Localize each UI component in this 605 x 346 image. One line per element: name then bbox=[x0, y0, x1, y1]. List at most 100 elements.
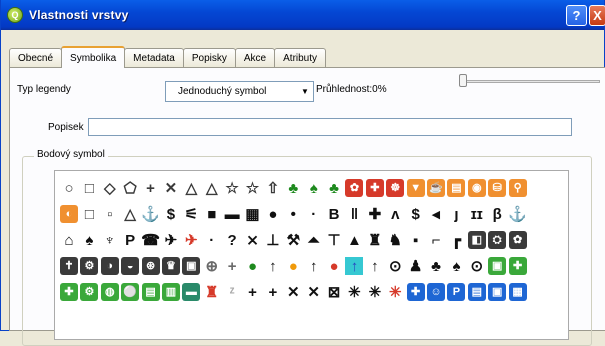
dark-b-icon[interactable]: ⛭ bbox=[488, 231, 507, 249]
plus-b-icon[interactable]: + bbox=[264, 283, 282, 301]
arrow-black-2-icon[interactable]: ↑ bbox=[305, 257, 323, 275]
shop-icon[interactable]: β bbox=[488, 205, 506, 223]
x-cross-icon[interactable]: ✕ bbox=[162, 179, 180, 197]
tab-akce[interactable]: Akce bbox=[234, 48, 276, 67]
restaurant-icon[interactable]: ɪɪ bbox=[468, 205, 486, 223]
green-b-icon[interactable]: ✚ bbox=[508, 257, 527, 275]
green-g-icon[interactable]: ▤ bbox=[141, 283, 160, 301]
arrow-black-3-icon[interactable]: ↑ bbox=[366, 257, 384, 275]
first-aid-icon[interactable]: ✚ bbox=[366, 205, 384, 223]
star-outline-icon[interactable]: ☆ bbox=[223, 179, 241, 197]
asterisk-b-icon[interactable]: ✳ bbox=[366, 283, 384, 301]
bar-icon[interactable]: B bbox=[325, 205, 343, 223]
dot-small-icon[interactable]: • bbox=[284, 205, 302, 223]
symbol-red-icon[interactable]: ☸ bbox=[386, 179, 405, 197]
green-d-icon[interactable]: ⚙ bbox=[80, 283, 99, 301]
orange-f-icon[interactable]: ⚲ bbox=[508, 179, 527, 197]
tab-obecne[interactable]: Obecné bbox=[9, 48, 63, 67]
arrow-up-icon[interactable]: ⇧ bbox=[264, 179, 282, 197]
flower-red-icon[interactable]: ✿ bbox=[345, 179, 364, 197]
blue-d-icon[interactable]: ▣ bbox=[488, 283, 507, 301]
close-button[interactable]: X bbox=[589, 5, 605, 26]
dark-g-icon[interactable]: ♛ bbox=[161, 257, 180, 275]
orange-b-icon[interactable]: ☕ bbox=[427, 179, 446, 197]
blue-b-icon[interactable]: ☺ bbox=[427, 283, 446, 301]
dark-d-icon[interactable]: ◑ bbox=[100, 257, 119, 275]
transparency-slider-handle[interactable] bbox=[459, 74, 467, 87]
green-h-icon[interactable]: ▥ bbox=[161, 283, 180, 301]
dark-c-icon[interactable]: ✿ bbox=[508, 231, 527, 249]
symbol-grid[interactable]: ○ □ ◇ ⬠ + ✕ △ △ ☆ ☆ ⇧ ♣ ♠ ♣ ✿ ✚ ☸ ▼ ☕ ▤ ◉ ⛁ ⚲ ◐ □ ▫ △ ⚓ $ ⚟ ■ ▬ ▦ ● • · B ‖ ✚ ᴧ… bbox=[54, 170, 569, 340]
camera-icon[interactable]: ■ bbox=[203, 205, 221, 223]
tab-atributy[interactable]: Atributy bbox=[274, 48, 327, 67]
arrow-blue-selected-icon[interactable]: ↑ bbox=[345, 257, 364, 275]
orange-e-icon[interactable]: ⛁ bbox=[488, 179, 507, 197]
dot-tiny-icon[interactable]: · bbox=[305, 205, 323, 223]
tab-symbolika[interactable]: Symbolika bbox=[61, 46, 126, 68]
tree-black-icon[interactable]: ♠ bbox=[80, 231, 98, 249]
hospital-red-icon[interactable]: ✚ bbox=[365, 179, 384, 197]
dark-e-icon[interactable]: ◒ bbox=[121, 257, 140, 275]
pawn-icon[interactable]: ♟ bbox=[407, 257, 425, 275]
airport-icon[interactable]: ✈ bbox=[162, 231, 180, 249]
marker-icon[interactable]: ⌐ bbox=[427, 231, 445, 249]
square-outline-icon[interactable]: □ bbox=[80, 179, 98, 197]
square-tiny-icon[interactable]: ▫ bbox=[101, 205, 119, 223]
mine-icon[interactable]: ⊥ bbox=[264, 231, 282, 249]
orange-g-icon[interactable]: ◐ bbox=[60, 205, 78, 223]
blue-a-icon[interactable]: ✚ bbox=[406, 283, 425, 301]
angle-icon[interactable]: ┏ bbox=[447, 231, 465, 249]
church-icon[interactable]: ✝ bbox=[60, 257, 78, 275]
triangle-outline-icon[interactable]: △ bbox=[182, 179, 200, 197]
information-icon[interactable]: ? bbox=[223, 231, 241, 249]
club-icon[interactable]: ♣ bbox=[427, 257, 445, 275]
fish-icon[interactable]: ◂ bbox=[427, 205, 445, 223]
skier-icon[interactable]: ᴧ bbox=[386, 205, 404, 223]
golf-icon[interactable]: ȷ bbox=[447, 205, 465, 223]
dark-f-icon[interactable]: ⊛ bbox=[141, 257, 160, 275]
dot-large-icon[interactable]: ● bbox=[264, 205, 282, 223]
tab-popisky[interactable]: Popisky bbox=[182, 48, 236, 67]
hunter-icon[interactable]: ⨯ bbox=[244, 231, 262, 249]
gear-dark-icon[interactable]: ⚙ bbox=[80, 257, 99, 275]
teal-a-icon[interactable]: ▬ bbox=[182, 283, 201, 301]
blue-e-icon[interactable]: ▦ bbox=[508, 283, 527, 301]
car-icon[interactable]: ▬ bbox=[223, 205, 241, 223]
triangle-outline-2-icon[interactable]: △ bbox=[203, 179, 221, 197]
exchange-icon[interactable]: $ bbox=[407, 205, 425, 223]
peak-icon[interactable]: ▲ bbox=[345, 231, 363, 249]
title-bar[interactable]: Q Vlastnosti vrstvy bbox=[1, 0, 604, 30]
chevron-down-icon[interactable]: ▼ bbox=[297, 82, 313, 101]
parking-icon[interactable]: P bbox=[121, 231, 139, 249]
cross-icon[interactable]: + bbox=[142, 179, 160, 197]
boat-icon[interactable]: ⏶ bbox=[305, 231, 323, 249]
x-box-icon[interactable]: ⊠ bbox=[325, 283, 343, 301]
asterisk-red-icon[interactable]: ✳ bbox=[386, 283, 404, 301]
spade-icon[interactable]: ♠ bbox=[447, 257, 465, 275]
person-icon[interactable]: ♞ bbox=[386, 231, 404, 249]
diamond-outline-icon[interactable]: ◇ bbox=[101, 179, 119, 197]
legend-type-combo[interactable]: Jednoduchý symbol ▼ bbox=[165, 81, 314, 102]
green-a-icon[interactable]: ▣ bbox=[488, 257, 507, 275]
building-icon[interactable]: ▦ bbox=[244, 205, 262, 223]
arrow-black-icon[interactable]: ↑ bbox=[264, 257, 282, 275]
orange-a-icon[interactable]: ▼ bbox=[406, 179, 425, 197]
dollar-icon[interactable]: $ bbox=[162, 205, 180, 223]
circle-a-icon[interactable]: ⊙ bbox=[386, 257, 404, 275]
plus-thin-icon[interactable]: + bbox=[223, 257, 241, 275]
tree-green-2-icon[interactable]: ♠ bbox=[305, 179, 323, 197]
green-e-icon[interactable]: ◍ bbox=[100, 283, 119, 301]
tab-metadata[interactable]: Metadata bbox=[124, 48, 184, 67]
circle-b-icon[interactable]: ⊙ bbox=[468, 257, 486, 275]
port-icon[interactable]: ⚓ bbox=[508, 205, 527, 223]
green-c-icon[interactable]: ✚ bbox=[60, 283, 78, 301]
x-a-icon[interactable]: ✕ bbox=[284, 283, 302, 301]
caption-input[interactable] bbox=[88, 118, 572, 136]
tools-icon[interactable]: ⚒ bbox=[284, 231, 302, 249]
anchor-icon[interactable]: ⚓ bbox=[141, 205, 160, 223]
point-square-icon[interactable]: ▪ bbox=[407, 231, 425, 249]
orange-d-icon[interactable]: ◉ bbox=[467, 179, 486, 197]
blue-c-icon[interactable]: ▤ bbox=[467, 283, 486, 301]
x-b-icon[interactable]: ✕ bbox=[305, 283, 323, 301]
dot-mini-icon[interactable]: · bbox=[203, 231, 221, 249]
